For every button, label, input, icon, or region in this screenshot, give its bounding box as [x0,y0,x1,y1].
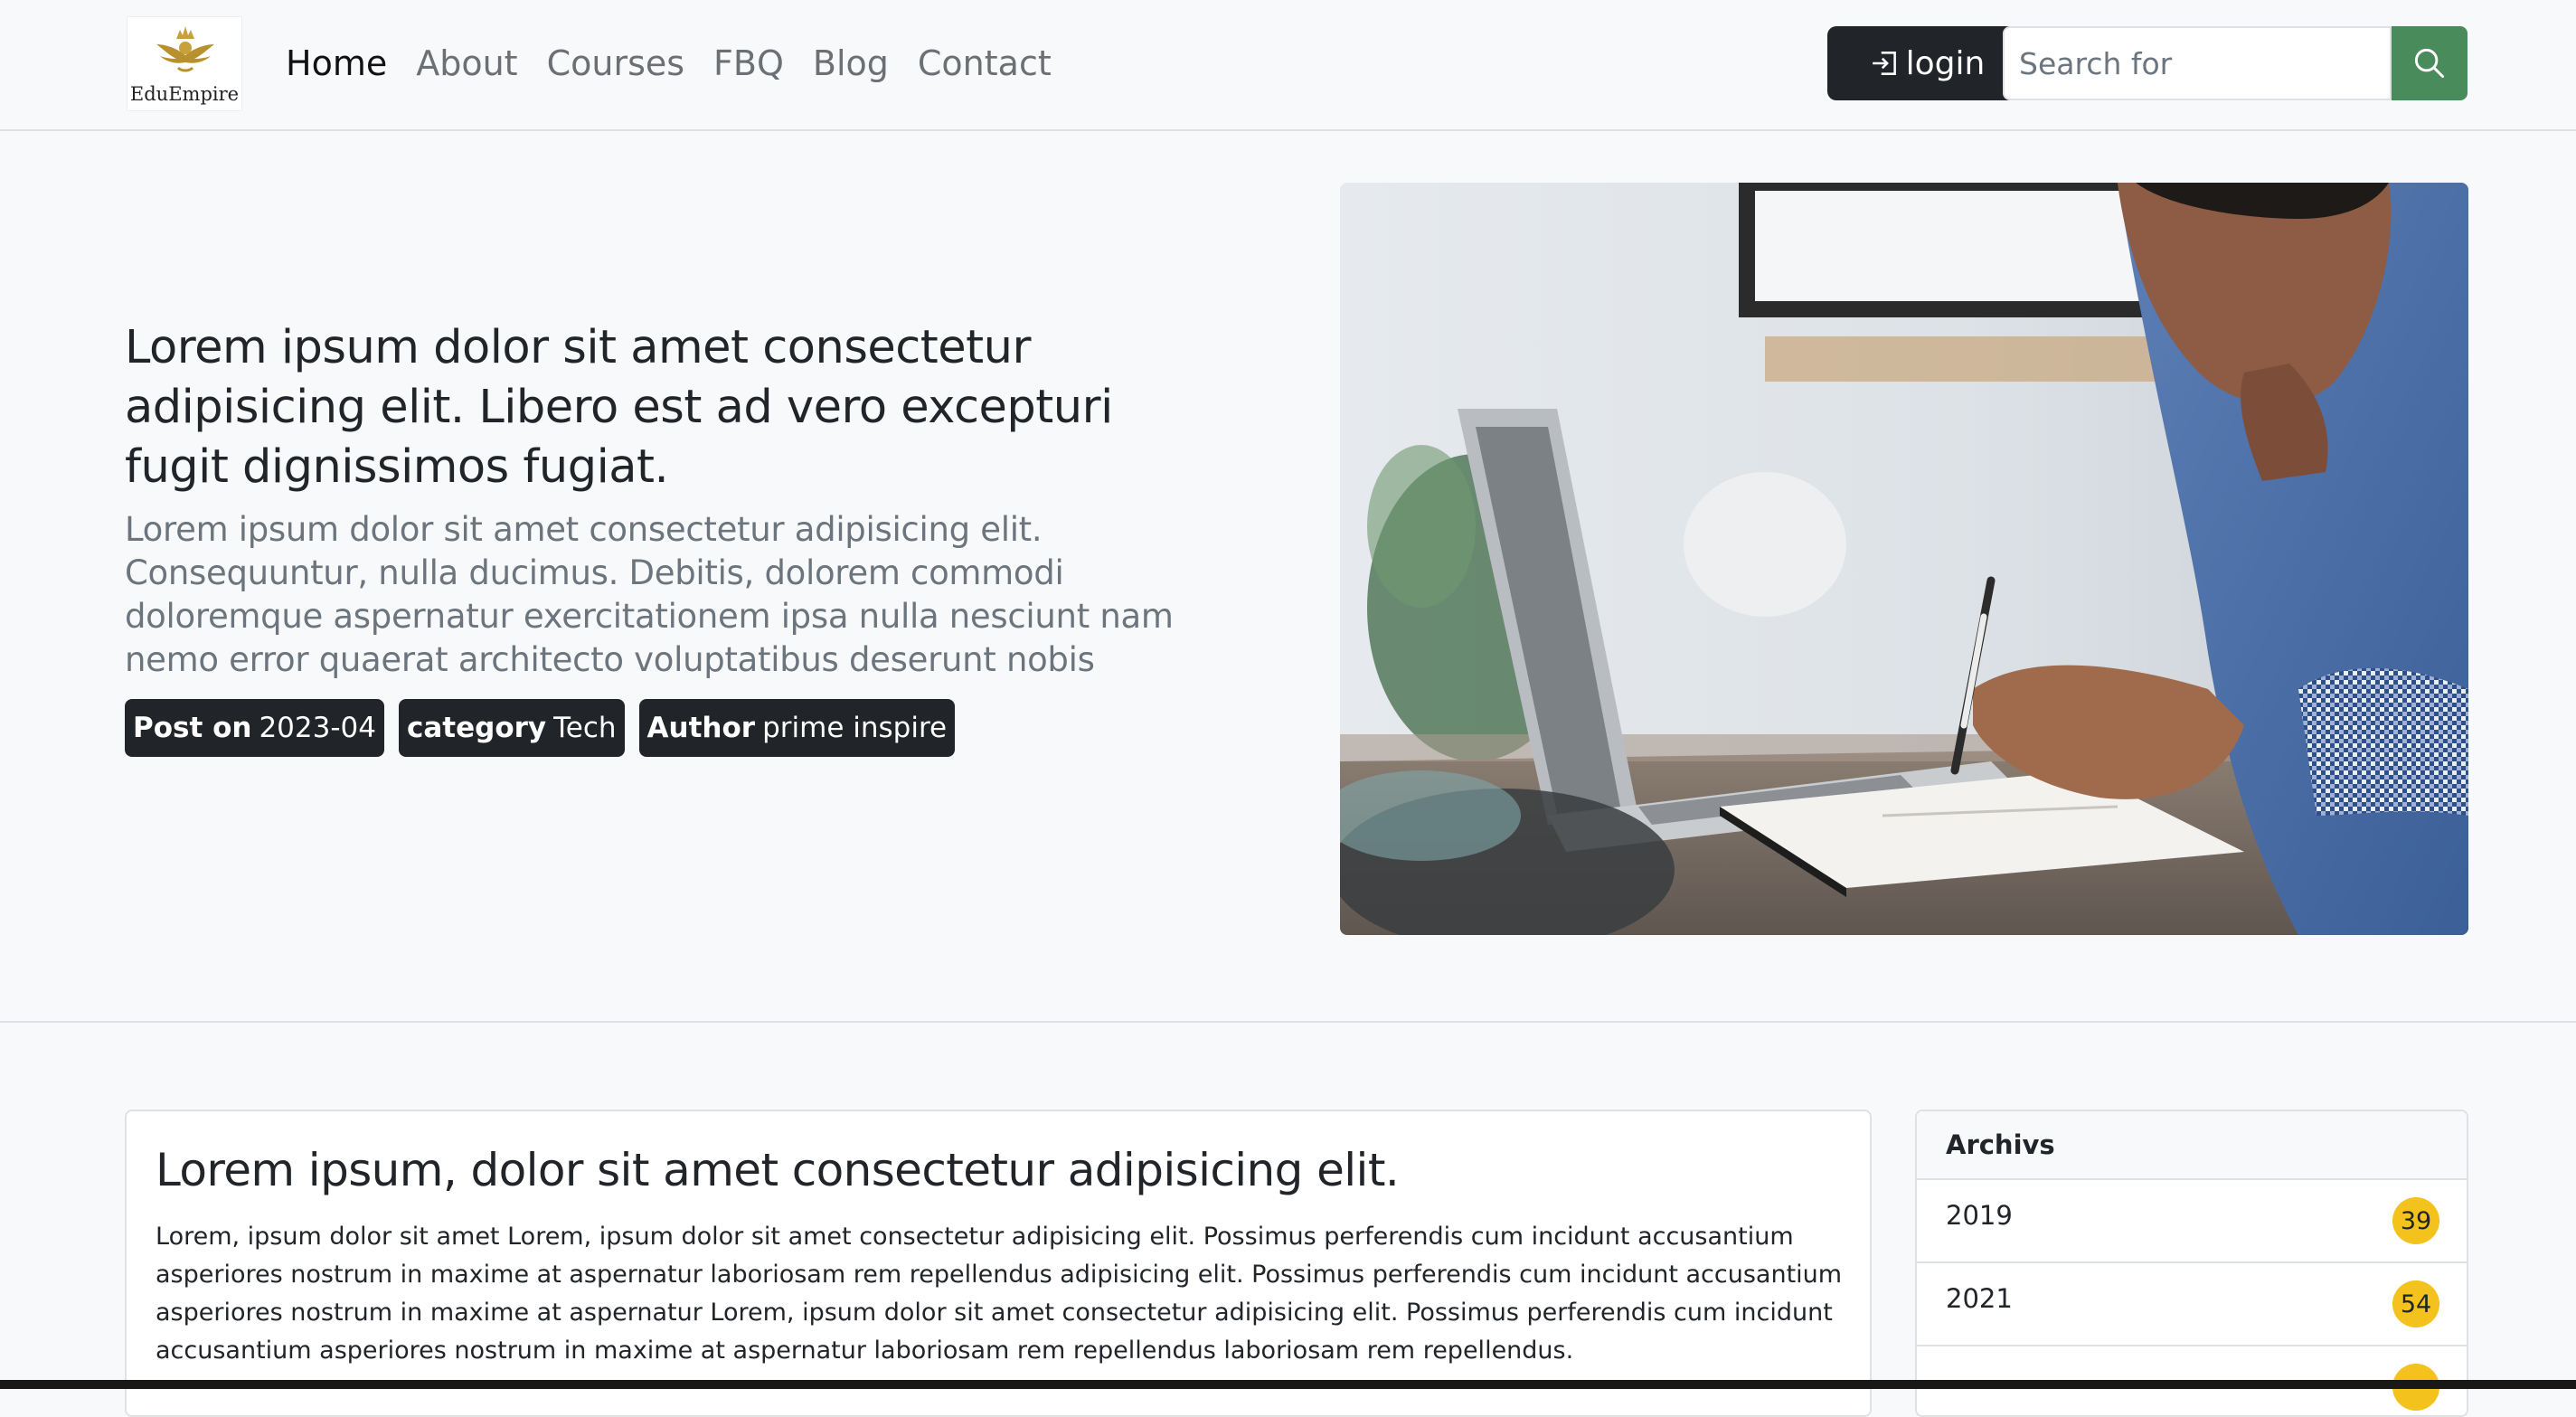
nav-link-fbq[interactable]: FBQ [713,38,784,89]
article-title: Lorem ipsum, dolor sit amet consectetur … [156,1144,1400,1196]
nav-link-courses[interactable]: Courses [547,38,684,89]
search-input[interactable] [2003,26,2392,100]
crown-wings-logo-icon [156,26,214,72]
badge-category-value: Tech [553,712,617,744]
nav-link-contact[interactable]: Contact [918,38,1052,89]
nav-link-blog[interactable]: Blog [813,38,889,89]
article-card: Lorem ipsum, dolor sit amet consectetur … [125,1110,1872,1417]
archive-item-2019[interactable]: 2019 39 [1917,1180,2467,1263]
hero-title: Lorem ipsum dolor sit amet consectetur a… [125,321,1113,494]
archives-card: Archivs 2019 39 2021 54 [1915,1110,2468,1417]
login-arrow-icon [1872,52,1896,75]
archive-year: 2019 [1946,1200,2013,1231]
article-body: Lorem, ipsum dolor sit amet Lorem, ipsum… [156,1223,1843,1365]
search-button[interactable] [2392,26,2467,100]
badge-author-value: prime inspire [762,712,948,744]
hero-photo [1340,183,2468,935]
top-navbar: EduEmpire Home About Courses FBQ Blog Co… [0,0,2576,131]
archive-count-badge: 54 [2392,1280,2439,1327]
logo-text: EduEmpire [129,83,240,105]
bottom-edge [0,1380,2576,1389]
login-label: login [1905,44,1986,82]
badge-author-label: Author [646,712,756,744]
badge-category-label: category [406,712,547,744]
hero-lead: Lorem ipsum dolor sit amet consectetur a… [125,510,1174,679]
section-divider [0,1021,2576,1023]
badge-post-date: Post on 2023-04 [125,699,384,757]
badge-category: category Tech [398,699,625,757]
archive-item-2021[interactable]: 2021 54 [1917,1263,2467,1346]
badge-author: Author prime inspire [638,699,956,757]
post-meta-badges: Post on 2023-04 category Tech Author pri… [125,699,956,757]
search-icon [2414,48,2445,79]
man-writing-at-laptop-photo [1340,183,2468,935]
nav-link-about[interactable]: About [416,38,517,89]
main-nav: Home About Courses FBQ Blog Contact [286,38,1052,89]
archives-title: Archivs [1917,1111,2467,1180]
login-button[interactable]: login [1827,26,2027,100]
badge-post-date-value: 2023-04 [259,712,376,744]
archive-count-badge: 39 [2392,1197,2439,1244]
site-logo[interactable]: EduEmpire [127,16,242,111]
nav-link-home[interactable]: Home [286,38,387,89]
archive-year: 2021 [1946,1283,2013,1314]
badge-post-date-label: Post on [133,712,252,744]
